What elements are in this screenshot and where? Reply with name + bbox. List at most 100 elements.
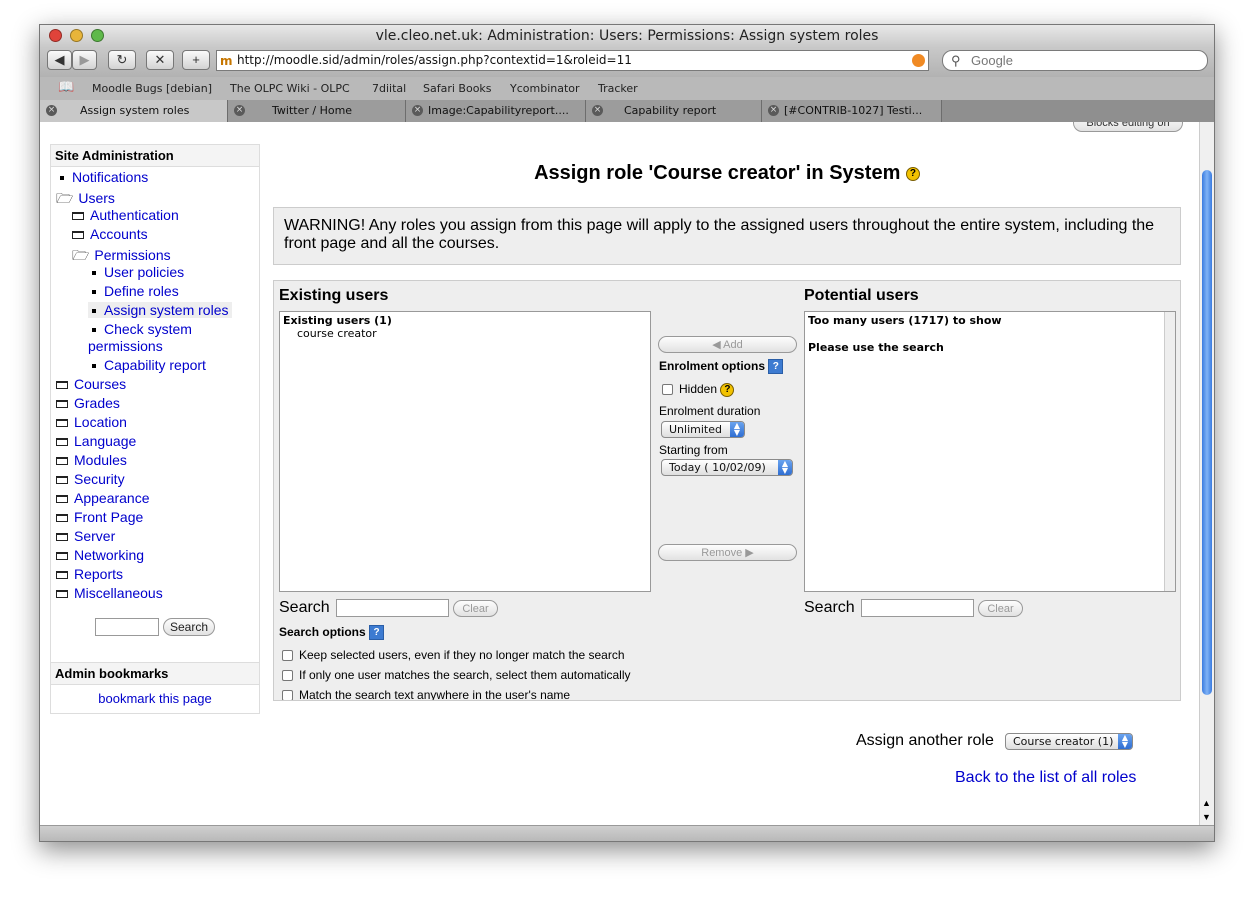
scroll-up-icon[interactable]: ▲ — [1202, 798, 1211, 808]
help-icon[interactable]: ? — [905, 166, 920, 181]
help-icon[interactable]: ? — [369, 625, 385, 641]
scroll-down-icon[interactable]: ▼ — [1202, 812, 1211, 822]
sidebar-item-accounts[interactable]: Accounts — [72, 226, 148, 242]
hidden-checkbox[interactable] — [662, 384, 673, 396]
sidebar-item-front-page[interactable]: Front Page — [56, 509, 143, 525]
sidebar-item-reports[interactable]: Reports — [56, 566, 123, 582]
sidebar-item-capability-report[interactable]: Capability report — [92, 357, 206, 373]
potential-clear-button[interactable]: Clear — [978, 600, 1023, 617]
admin-search-button[interactable]: Search — [163, 618, 215, 636]
sidebar-item-location[interactable]: Location — [56, 414, 127, 430]
page-scrollbar[interactable]: ▲ ▼ — [1199, 122, 1214, 828]
sidebar-item-grades[interactable]: Grades — [56, 395, 120, 411]
blocks-editing-button[interactable]: Blocks editing on — [1073, 122, 1183, 132]
tab-label: Twitter / Home — [272, 104, 353, 117]
potential-search-label: Search — [804, 599, 855, 616]
sidebar-item-user-policies[interactable]: User policies — [92, 264, 184, 280]
enrolment-duration-select[interactable]: Unlimited ▲ ▼ — [661, 421, 745, 438]
bookmark-link[interactable]: Tracker — [598, 82, 638, 95]
folder-icon — [56, 590, 68, 599]
folder-icon — [72, 231, 84, 240]
warning-box: WARNING! Any roles you assign from this … — [273, 207, 1181, 265]
checkbox[interactable] — [282, 650, 293, 662]
existing-clear-button[interactable]: Clear — [453, 600, 498, 617]
tab-label: Image:Capabilityreport.... — [428, 104, 569, 117]
sidebar-item-server[interactable]: Server — [56, 528, 115, 544]
existing-users-list[interactable]: Existing users (1) course creator — [279, 311, 651, 592]
search-field[interactable]: ⚲ Google — [942, 50, 1208, 71]
close-window-icon[interactable] — [49, 29, 62, 42]
assign-another-role-label: Assign another role — [856, 732, 994, 749]
bookmark-link[interactable]: 7diital — [372, 82, 406, 95]
arrow-left-icon: ◀ — [712, 339, 724, 351]
reload-button[interactable]: ↻ — [108, 50, 136, 70]
checkbox[interactable] — [282, 670, 293, 682]
forward-button[interactable]: ▶ — [72, 50, 97, 70]
checkbox[interactable] — [282, 690, 293, 700]
close-tab-icon[interactable]: × — [768, 105, 779, 116]
sidebar-item-define-roles[interactable]: Define roles — [92, 283, 179, 299]
back-to-roles-link[interactable]: Back to the list of all roles — [955, 769, 1136, 787]
potential-search-input[interactable] — [861, 599, 974, 617]
close-tab-icon[interactable]: × — [592, 105, 603, 116]
bullet-icon — [92, 271, 96, 276]
assign-another-role-select[interactable]: Course creator (1) ▲ ▼ — [1005, 733, 1133, 750]
existing-search-input[interactable] — [336, 599, 449, 617]
sidebar-item-assign-system-roles[interactable]: Assign system roles — [88, 302, 233, 318]
bookmark-link[interactable]: The OLPC Wiki - OLPC — [230, 82, 350, 95]
bookmark-link[interactable]: Ycombinator — [510, 82, 580, 95]
sidebar-item-authentication[interactable]: Authentication — [72, 207, 179, 223]
potential-users-title: Potential users — [804, 287, 919, 304]
sidebar-item-check-system-permissions[interactable]: Check system permissions — [88, 321, 192, 355]
remove-button[interactable]: Remove ▶ — [658, 544, 797, 561]
stop-button[interactable]: ✕ — [146, 50, 174, 70]
moodle-favicon-icon: m — [220, 54, 233, 68]
help-icon[interactable]: ? — [768, 359, 784, 375]
tab-capability-report[interactable]: × Capability report — [586, 100, 762, 122]
help-icon[interactable]: ? — [720, 382, 735, 397]
tab-capabilityreport-image[interactable]: × Image:Capabilityreport.... — [406, 100, 586, 122]
sidebar-item-modules[interactable]: Modules — [56, 452, 127, 468]
sidebar-item-language[interactable]: Language — [56, 433, 136, 449]
add-button[interactable]: ◀ Add — [658, 336, 797, 353]
sidebar-item-courses[interactable]: Courses — [56, 376, 126, 392]
window-title: vle.cleo.net.uk: Administration: Users: … — [375, 28, 879, 44]
admin-search-input[interactable] — [95, 618, 159, 636]
list-scrollbar[interactable] — [1164, 312, 1175, 591]
sidebar-item-security[interactable]: Security — [56, 471, 125, 487]
rss-icon[interactable] — [912, 54, 925, 67]
folder-open-icon: 🗁 — [56, 190, 74, 206]
address-bar[interactable]: m http://moodle.sid/admin/roles/assign.p… — [216, 50, 929, 71]
sidebar-item-miscellaneous[interactable]: Miscellaneous — [56, 585, 163, 601]
search-placeholder: Google — [971, 53, 1013, 68]
search-option-keep-selected[interactable]: Keep selected users, even if they no lon… — [282, 648, 625, 662]
hidden-option[interactable]: Hidden ? — [662, 382, 735, 397]
bookmarks-book-icon[interactable]: 📖 — [58, 80, 74, 95]
folder-icon — [56, 552, 68, 561]
bookmark-link[interactable]: Moodle Bugs [debian] — [92, 82, 212, 95]
tab-contrib-1027[interactable]: × [#CONTRIB-1027] Testi... — [762, 100, 942, 122]
starting-from-select[interactable]: Today ( 10/02/09) ▲ ▼ — [661, 459, 793, 476]
arrow-right-icon: ▶ — [742, 547, 754, 559]
tab-twitter[interactable]: × Twitter / Home — [228, 100, 406, 122]
bookmark-link[interactable]: Safari Books — [423, 82, 492, 95]
potential-users-list[interactable]: Too many users (1717) to show Please use… — [804, 311, 1176, 592]
close-tab-icon[interactable]: × — [46, 105, 57, 116]
list-item[interactable]: course creator — [280, 327, 650, 340]
sidebar-item-networking[interactable]: Networking — [56, 547, 144, 563]
folder-icon — [56, 381, 68, 390]
sidebar-item-appearance[interactable]: Appearance — [56, 490, 150, 506]
minimize-window-icon[interactable] — [70, 29, 83, 42]
back-button[interactable]: ◀ — [47, 50, 72, 70]
search-option-match-anywhere[interactable]: Match the search text anywhere in the us… — [282, 688, 570, 700]
close-tab-icon[interactable]: × — [412, 105, 423, 116]
search-option-auto-select[interactable]: If only one user matches the search, sel… — [282, 668, 631, 682]
close-tab-icon[interactable]: × — [234, 105, 245, 116]
scrollbar-thumb[interactable] — [1202, 170, 1212, 695]
zoom-window-icon[interactable] — [91, 29, 104, 42]
bookmark-this-page-link[interactable]: bookmark this page — [51, 691, 259, 706]
tab-assign-system-roles[interactable]: × Assign system roles — [40, 100, 228, 122]
sidebar-item-notifications[interactable]: Notifications — [60, 169, 148, 185]
new-tab-button[interactable]: + — [182, 50, 210, 70]
folder-icon — [56, 457, 68, 466]
